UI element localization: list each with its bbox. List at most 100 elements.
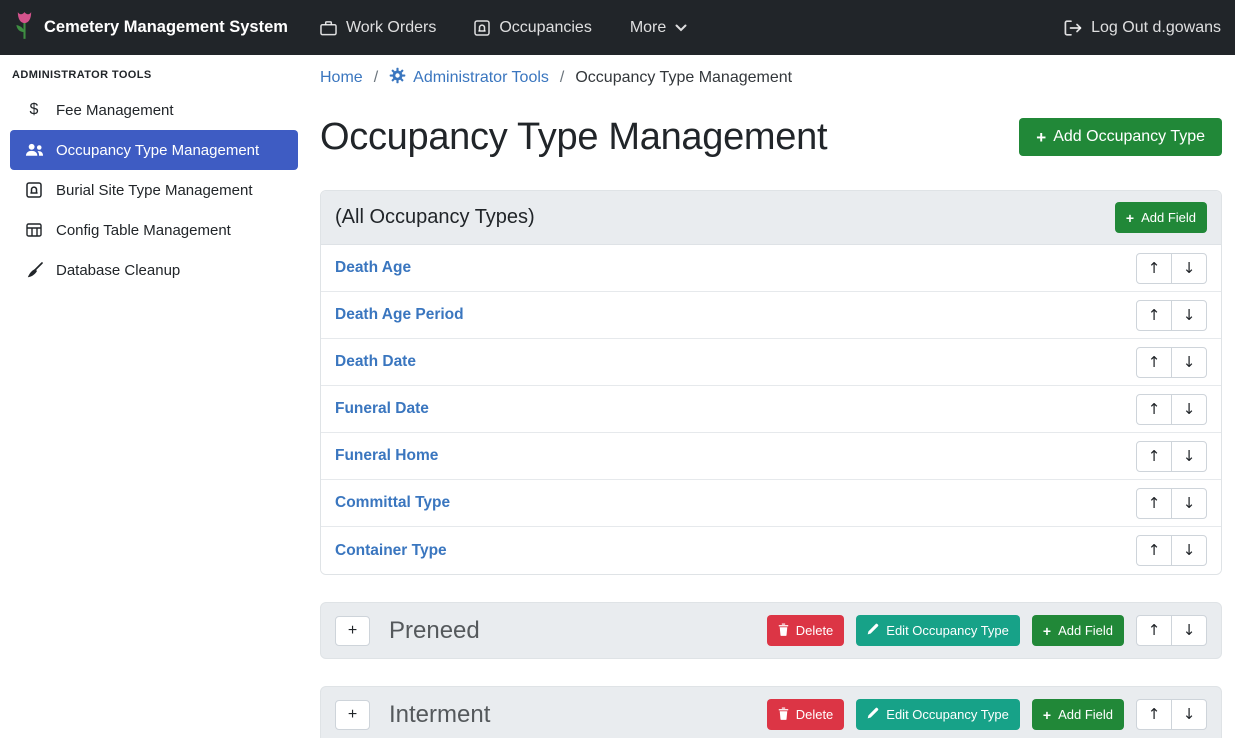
- field-list: Death Age ↑ ↓ Death Age Period ↑ ↓ Death…: [321, 245, 1221, 574]
- down-arrow-icon: ↓: [1183, 261, 1196, 276]
- sidebar-item-label: Burial Site Type Management: [56, 182, 253, 199]
- occupancy-type-section: + Preneed Delete: [320, 602, 1222, 659]
- up-arrow-icon: ↑: [1148, 496, 1161, 511]
- section-title: Preneed: [389, 617, 480, 645]
- edit-occupancy-type-button[interactable]: Edit Occupancy Type: [856, 615, 1020, 646]
- sidebar-item-label: Occupancy Type Management: [56, 142, 259, 159]
- move-up-button[interactable]: ↑: [1136, 394, 1172, 425]
- sidebar-item-config-table-management[interactable]: Config Table Management: [10, 210, 298, 250]
- plus-icon: +: [1126, 211, 1134, 225]
- edit-label: Edit Occupancy Type: [886, 707, 1009, 722]
- field-link[interactable]: Container Type: [335, 542, 447, 560]
- expand-section-button[interactable]: +: [335, 616, 370, 646]
- trash-icon: [778, 623, 789, 639]
- nav-occupancies[interactable]: Occupancies: [474, 19, 592, 37]
- add-field-label: Add Field: [1141, 210, 1196, 225]
- sidebar-item-label: Fee Management: [56, 102, 174, 119]
- up-arrow-icon: ↑: [1148, 355, 1161, 370]
- admin-tools-sidebar: Administrator Tools $ Fee Management Occ…: [0, 55, 308, 738]
- reorder-button-group: ↑ ↓: [1136, 347, 1207, 378]
- down-arrow-icon: ↓: [1183, 623, 1196, 638]
- up-arrow-icon: ↑: [1148, 449, 1161, 464]
- page-title: Occupancy Type Management: [320, 116, 827, 159]
- app-brand[interactable]: Cemetery Management System: [14, 10, 288, 45]
- field-link[interactable]: Committal Type: [335, 494, 450, 512]
- breadcrumb-administrator-tools[interactable]: Administrator Tools: [389, 67, 549, 89]
- edit-occupancy-type-button[interactable]: Edit Occupancy Type: [856, 699, 1020, 730]
- add-field-button[interactable]: + Add Field: [1032, 615, 1124, 646]
- move-down-button[interactable]: ↓: [1171, 699, 1207, 730]
- add-occupancy-type-button[interactable]: + Add Occupancy Type: [1019, 118, 1222, 156]
- up-arrow-icon: ↑: [1148, 623, 1161, 638]
- down-arrow-icon: ↓: [1183, 402, 1196, 417]
- broom-icon: [22, 262, 46, 279]
- burial-site-icon: [22, 182, 46, 198]
- trash-icon: [778, 707, 789, 723]
- move-up-button[interactable]: ↑: [1136, 347, 1172, 378]
- field-link[interactable]: Funeral Date: [335, 400, 429, 418]
- delete-button[interactable]: Delete: [767, 615, 845, 646]
- move-down-button[interactable]: ↓: [1171, 488, 1207, 519]
- logout-label: Log Out d.gowans: [1091, 19, 1221, 37]
- page-header: Occupancy Type Management + Add Occupanc…: [320, 111, 1222, 163]
- move-up-button[interactable]: ↑: [1136, 615, 1172, 646]
- sidebar-item-occupancy-type-management[interactable]: Occupancy Type Management: [10, 130, 298, 170]
- app-title: Cemetery Management System: [44, 18, 288, 37]
- move-down-button[interactable]: ↓: [1171, 253, 1207, 284]
- chevron-down-icon: [675, 24, 687, 32]
- move-up-button[interactable]: ↑: [1136, 699, 1172, 730]
- plus-icon: +: [1043, 708, 1051, 722]
- move-down-button[interactable]: ↓: [1171, 300, 1207, 331]
- reorder-button-group: ↑ ↓: [1136, 699, 1207, 730]
- reorder-button-group: ↑ ↓: [1136, 488, 1207, 519]
- move-up-button[interactable]: ↑: [1136, 441, 1172, 472]
- edit-label: Edit Occupancy Type: [886, 623, 1009, 638]
- logout-icon: [1064, 20, 1082, 36]
- top-navbar: Cemetery Management System Work Orders O…: [0, 0, 1235, 55]
- occupancies-icon: [474, 20, 490, 36]
- work-orders-icon: [320, 20, 337, 36]
- sidebar-item-fee-management[interactable]: $ Fee Management: [10, 90, 298, 130]
- expand-section-button[interactable]: +: [335, 700, 370, 730]
- sidebar-item-burial-site-type-management[interactable]: Burial Site Type Management: [10, 170, 298, 210]
- navbar-right: Log Out d.gowans: [1064, 19, 1221, 37]
- move-down-button[interactable]: ↓: [1171, 615, 1207, 646]
- nav-work-orders[interactable]: Work Orders: [320, 19, 436, 37]
- breadcrumb-current: Occupancy Type Management: [575, 69, 792, 87]
- move-up-button[interactable]: ↑: [1136, 300, 1172, 331]
- breadcrumb-home[interactable]: Home: [320, 69, 363, 87]
- occupancy-type-section: + Interment Delete: [320, 686, 1222, 738]
- plus-icon: +: [348, 706, 357, 724]
- move-down-button[interactable]: ↓: [1171, 535, 1207, 566]
- move-up-button[interactable]: ↑: [1136, 253, 1172, 284]
- delete-button[interactable]: Delete: [767, 699, 845, 730]
- field-row: Container Type ↑ ↓: [321, 527, 1221, 574]
- field-link[interactable]: Death Age Period: [335, 306, 464, 324]
- field-link[interactable]: Death Date: [335, 353, 416, 371]
- plus-icon: +: [1036, 129, 1046, 146]
- section-actions: Delete Edit Occupancy Type + Add Field ↑: [767, 615, 1207, 646]
- occupancy-type-sections: + Preneed Delete: [320, 602, 1222, 738]
- move-up-button[interactable]: ↑: [1136, 535, 1172, 566]
- sidebar-item-database-cleanup[interactable]: Database Cleanup: [10, 250, 298, 290]
- nav-work-orders-label: Work Orders: [346, 19, 436, 37]
- dollar-icon: $: [22, 101, 46, 119]
- field-row: Death Age ↑ ↓: [321, 245, 1221, 292]
- breadcrumb-separator: /: [374, 69, 378, 87]
- up-arrow-icon: ↑: [1148, 543, 1161, 558]
- nav-more[interactable]: More: [630, 19, 687, 37]
- all-occupancy-types-card: (All Occupancy Types) + Add Field Death …: [320, 190, 1222, 575]
- move-down-button[interactable]: ↓: [1171, 441, 1207, 472]
- logout-link[interactable]: Log Out d.gowans: [1064, 19, 1221, 37]
- add-field-button[interactable]: + Add Field: [1032, 699, 1124, 730]
- field-link[interactable]: Funeral Home: [335, 447, 438, 465]
- pencil-icon: [867, 623, 879, 638]
- reorder-button-group: ↑ ↓: [1136, 300, 1207, 331]
- move-down-button[interactable]: ↓: [1171, 394, 1207, 425]
- plus-icon: +: [348, 622, 357, 640]
- field-link[interactable]: Death Age: [335, 259, 411, 277]
- add-field-button[interactable]: + Add Field: [1115, 202, 1207, 233]
- move-up-button[interactable]: ↑: [1136, 488, 1172, 519]
- field-row: Death Age Period ↑ ↓: [321, 292, 1221, 339]
- move-down-button[interactable]: ↓: [1171, 347, 1207, 378]
